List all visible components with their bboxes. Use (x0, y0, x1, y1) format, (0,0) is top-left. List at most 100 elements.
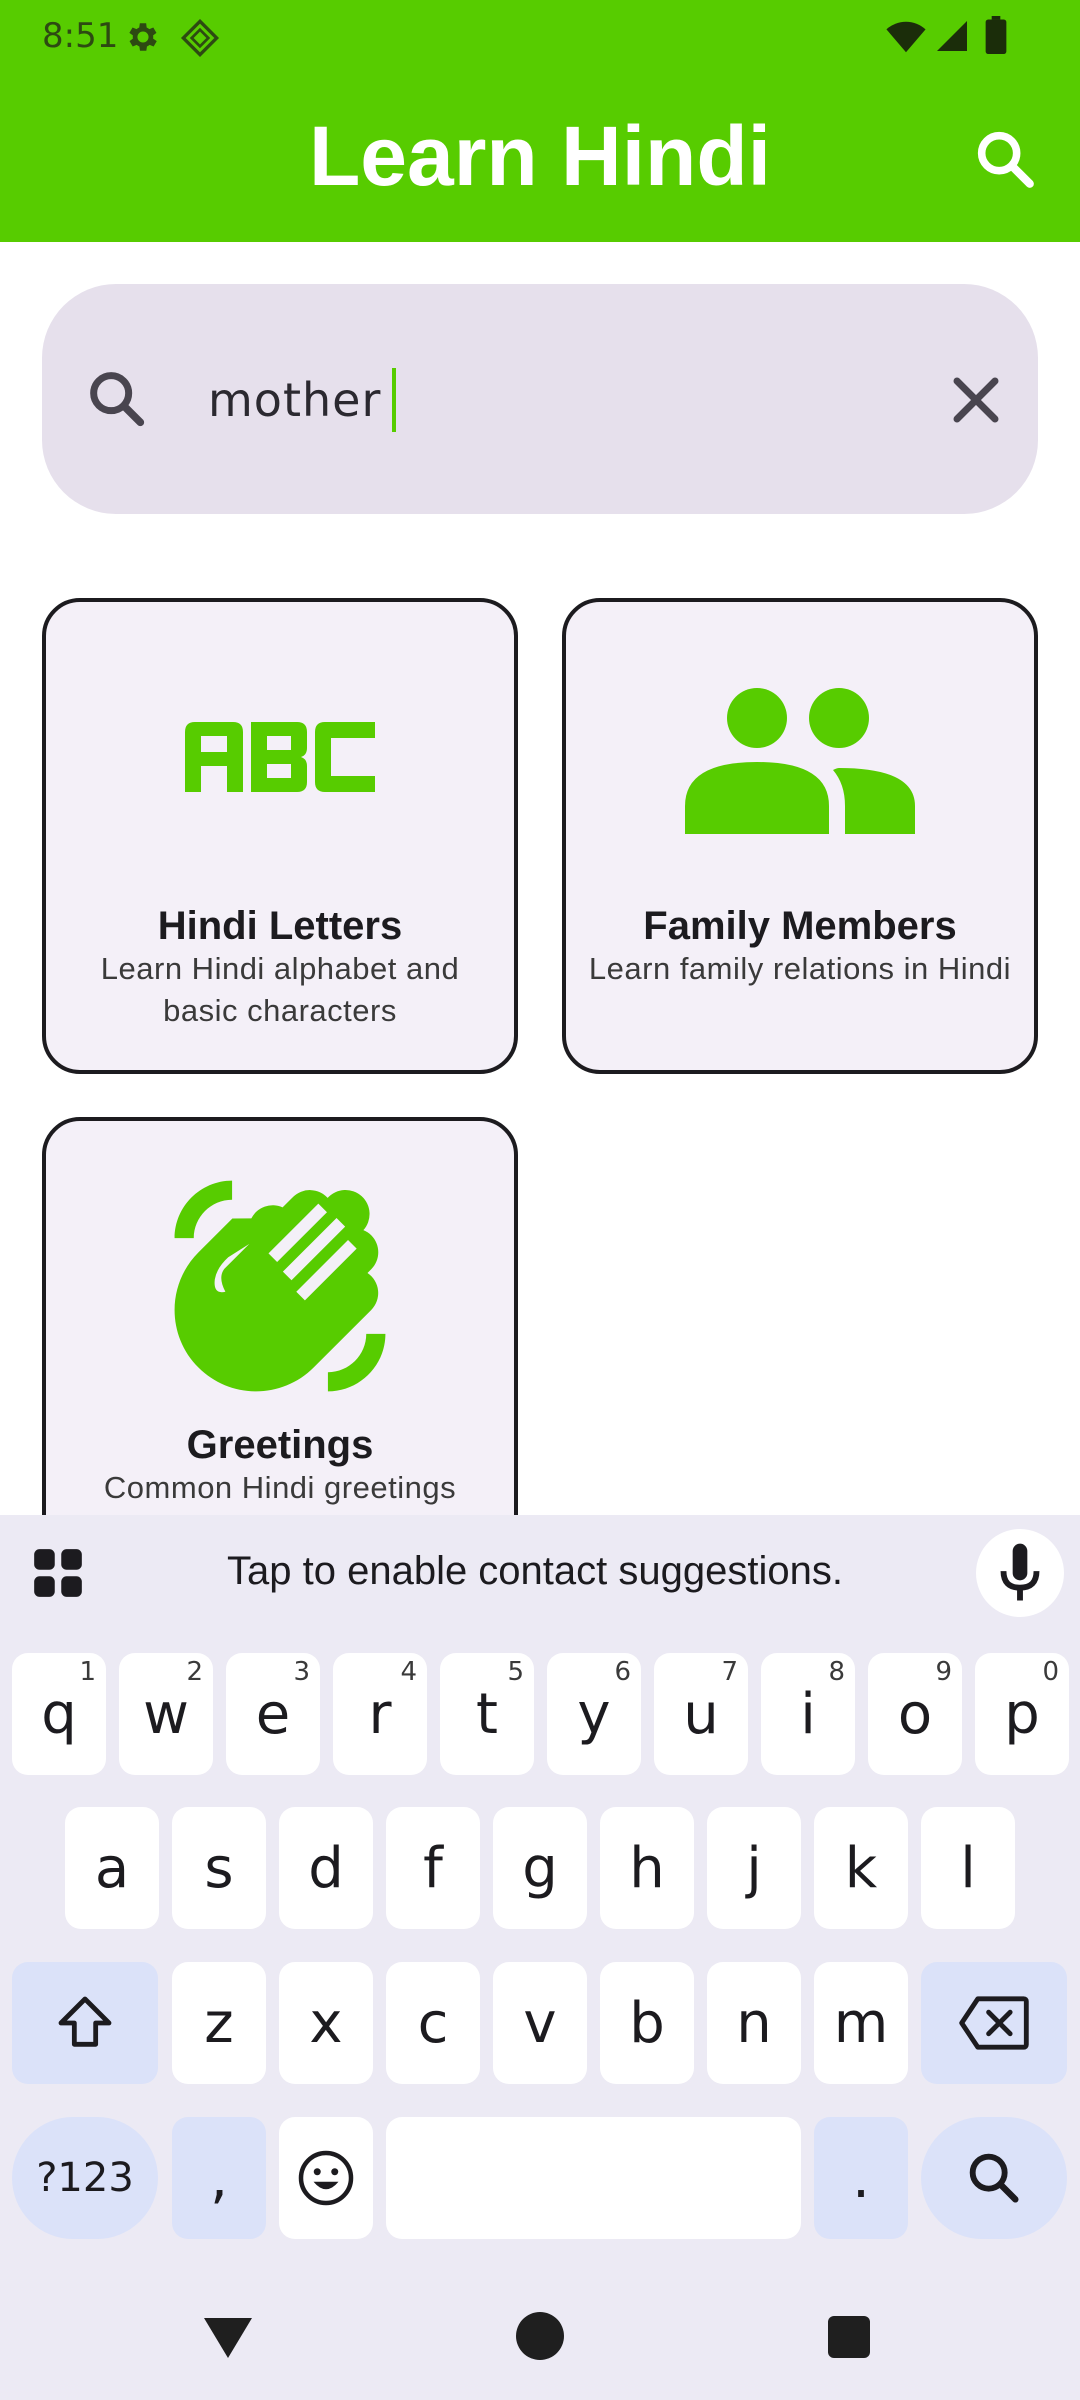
key-label: q (41, 1681, 77, 1747)
key-k[interactable]: k (814, 1807, 908, 1929)
key-label: f (423, 1835, 443, 1901)
key-r[interactable]: r4 (333, 1653, 427, 1775)
key-a[interactable]: a (65, 1807, 159, 1929)
key-m[interactable]: m (814, 1962, 908, 2084)
key-t[interactable]: t5 (440, 1653, 534, 1775)
nav-recents-button[interactable] (828, 2316, 870, 2358)
period-key[interactable]: . (814, 2117, 908, 2239)
contact-suggestions-prompt[interactable]: Tap to enable contact suggestions. (130, 1549, 940, 1594)
nav-home-button[interactable] (516, 2312, 564, 2360)
key-hint: 0 (1042, 1657, 1059, 1687)
abc-icon (46, 722, 514, 792)
search-action-key[interactable] (921, 2117, 1067, 2239)
key-x[interactable]: x (279, 1962, 373, 2084)
key-j[interactable]: j (707, 1807, 801, 1929)
card-title: Greetings (186, 1423, 374, 1467)
space-key[interactable] (386, 2117, 801, 2239)
status-bar: 8:51 (0, 0, 1080, 72)
key-label: u (683, 1681, 719, 1747)
key-label: e (255, 1681, 291, 1747)
shift-icon (58, 1996, 112, 2047)
key-z[interactable]: z (172, 1962, 266, 2084)
key-u[interactable]: u7 (654, 1653, 748, 1775)
key-e[interactable]: e3 (226, 1653, 320, 1775)
key-w[interactable]: w2 (119, 1653, 213, 1775)
key-label: i (800, 1681, 816, 1747)
key-h[interactable]: h (600, 1807, 694, 1929)
app-bar: Learn Hindi (0, 72, 1080, 242)
key-c[interactable]: c (386, 1962, 480, 2084)
waving-hand-icon (46, 1171, 514, 1401)
key-label: w (143, 1681, 189, 1747)
key-label: x (309, 1990, 343, 2056)
key-label: t (476, 1681, 498, 1747)
battery-icon (985, 16, 1007, 54)
key-b[interactable]: b (600, 1962, 694, 2084)
key-p[interactable]: p0 (975, 1653, 1069, 1775)
key-label: d (308, 1835, 344, 1901)
key-f[interactable]: f (386, 1807, 480, 1929)
diamond-icon (180, 18, 220, 58)
key-hint: 9 (935, 1657, 952, 1687)
key-label: l (960, 1835, 976, 1901)
key-i[interactable]: i8 (761, 1653, 855, 1775)
apps-grid-icon[interactable] (32, 1547, 84, 1599)
search-icon (90, 372, 145, 427)
key-s[interactable]: s (172, 1807, 266, 1929)
soft-keyboard: Tap to enable contact suggestions. q1 w2… (0, 1515, 1080, 2400)
backspace-key[interactable] (921, 1962, 1067, 2084)
key-d[interactable]: d (279, 1807, 373, 1929)
close-icon[interactable] (938, 362, 1014, 438)
key-label: , (210, 2145, 228, 2211)
category-card-hindi-letters[interactable]: Hindi Letters Learn Hindi alphabet and b… (42, 598, 518, 1074)
key-label: j (746, 1835, 762, 1901)
microphone-button[interactable] (976, 1529, 1064, 1617)
key-label: g (522, 1835, 558, 1901)
search-icon (969, 2153, 1019, 2203)
key-hint: 5 (507, 1657, 524, 1687)
page-title: Learn Hindi (308, 109, 772, 203)
key-hint: 2 (186, 1657, 203, 1687)
key-label: o (897, 1681, 933, 1747)
search-bar[interactable] (42, 284, 1038, 514)
key-label: c (417, 1990, 449, 2056)
emoji-icon (298, 2150, 354, 2206)
gear-icon (129, 23, 157, 51)
key-label: p (1004, 1681, 1040, 1747)
shift-key[interactable] (12, 1962, 158, 2084)
key-n[interactable]: n (707, 1962, 801, 2084)
key-label: a (94, 1835, 130, 1901)
status-time: 8:51 (42, 16, 119, 56)
key-label: z (204, 1990, 234, 2056)
key-label: r (368, 1681, 392, 1747)
nav-back-button[interactable] (200, 2314, 256, 2362)
key-label: . (852, 2145, 870, 2211)
emoji-key[interactable] (279, 2117, 373, 2239)
key-g[interactable]: g (493, 1807, 587, 1929)
category-card-family-members[interactable]: Family Members Learn family relations in… (562, 598, 1038, 1074)
key-label: ?123 (36, 2155, 134, 2201)
key-label: v (523, 1990, 557, 2056)
backspace-icon (959, 1996, 1029, 2050)
microphone-icon (1000, 1543, 1040, 1601)
key-label: h (629, 1835, 665, 1901)
keyboard-toolbar: Tap to enable contact suggestions. (0, 1515, 1080, 1635)
wifi-icon (886, 21, 926, 53)
symbols-key[interactable]: ?123 (12, 2117, 158, 2239)
card-title: Family Members (643, 904, 957, 948)
key-hint: 3 (293, 1657, 310, 1687)
search-input[interactable] (208, 360, 908, 440)
key-label: y (577, 1681, 611, 1747)
card-title: Hindi Letters (157, 904, 403, 948)
key-o[interactable]: o9 (868, 1653, 962, 1775)
card-description: Learn family relations in Hindi (588, 951, 1012, 986)
key-hint: 4 (400, 1657, 417, 1687)
comma-key[interactable]: , (172, 2117, 266, 2239)
key-hint: 7 (721, 1657, 738, 1687)
key-y[interactable]: y6 (547, 1653, 641, 1775)
key-hint: 8 (828, 1657, 845, 1687)
key-v[interactable]: v (493, 1962, 587, 2084)
key-q[interactable]: q1 (12, 1653, 106, 1775)
key-l[interactable]: l (921, 1807, 1015, 1929)
search-icon[interactable] (970, 124, 1040, 194)
